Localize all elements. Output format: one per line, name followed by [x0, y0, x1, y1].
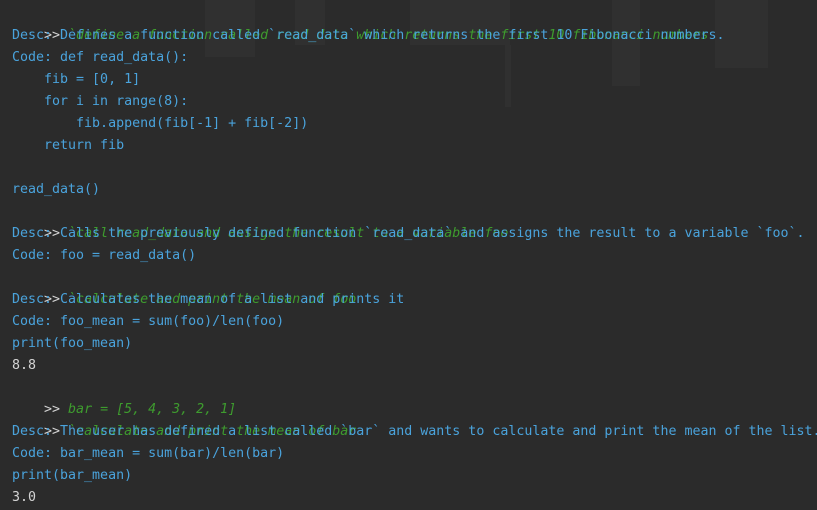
code-line: Code: foo_mean = sum(foo)/len(foo) [12, 314, 285, 329]
console-line: >> bar = [5, 4, 3, 2, 1] [12, 377, 236, 417]
console-line: >> `calculate and print the mean of bar [12, 399, 356, 439]
code-line: read_data() [12, 182, 101, 197]
description-line: Desc: Defines a function called `read_da… [12, 28, 725, 43]
console-line: >> `calculate and print the mean of foo [12, 267, 356, 307]
description-line: Desc: Calls the previously defined funct… [12, 226, 805, 241]
code-line: print(foo_mean) [12, 336, 133, 351]
output-line: 3.0 [12, 490, 37, 505]
code-line: print(bar_mean) [12, 468, 133, 483]
code-line: return fib [12, 138, 125, 153]
description-line: Desc: Calculates the mean of a list and … [12, 292, 405, 307]
code-line: Code: def read_data(): [12, 50, 189, 65]
console-output[interactable]: >> `define a function called read_data w… [0, 0, 817, 510]
console-line: >> `call read_data and assign the result… [12, 201, 508, 241]
code-line: for i in range(8): [12, 94, 189, 109]
code-line: Code: foo = read_data() [12, 248, 197, 263]
code-line: fib = [0, 1] [12, 72, 141, 87]
code-line: Code: bar_mean = sum(bar)/len(bar) [12, 446, 285, 461]
description-line: Desc: The user has defined a list called… [12, 424, 817, 439]
console-line: >> `define a function called read_data w… [12, 3, 708, 43]
code-line: fib.append(fib[-1] + fib[-2]) [12, 116, 309, 131]
output-line: 8.8 [12, 358, 37, 373]
